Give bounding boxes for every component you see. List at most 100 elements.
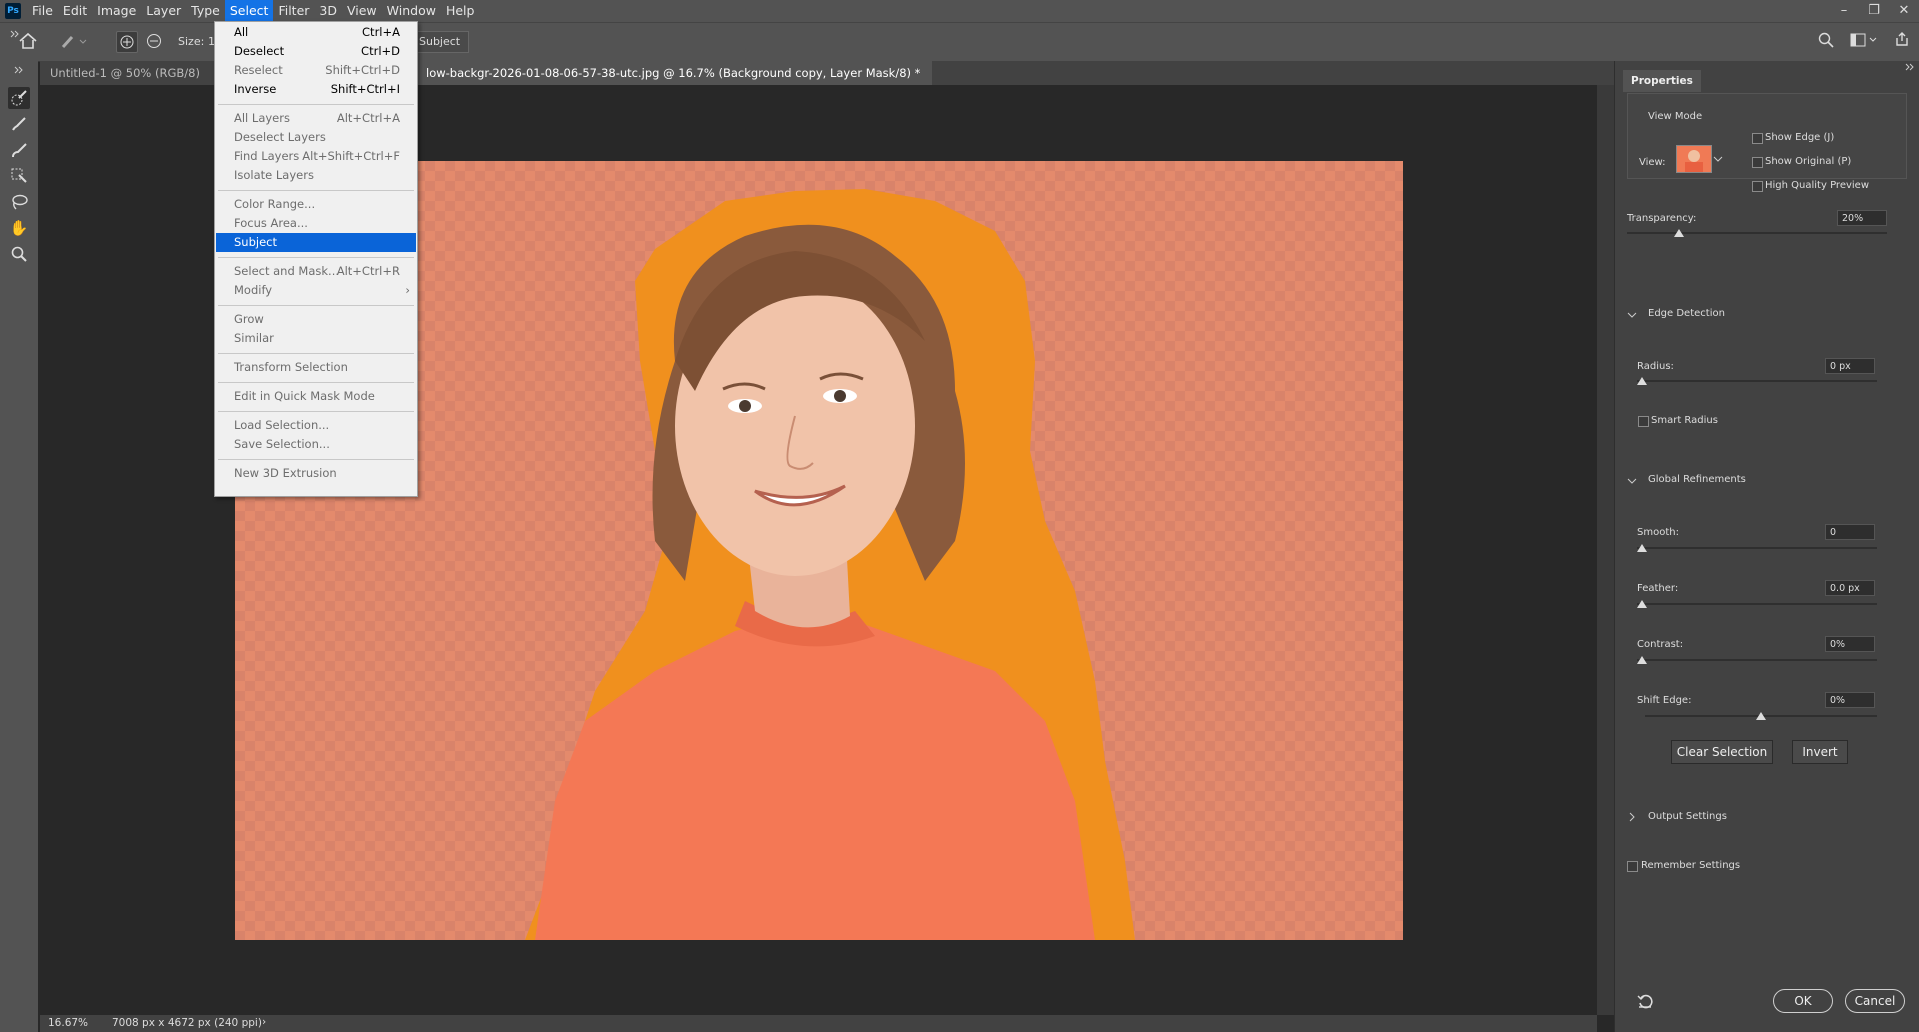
feather-slider-track[interactable] <box>1637 603 1877 605</box>
contrast-slider-thumb[interactable] <box>1637 656 1647 664</box>
lasso-tool-icon[interactable] <box>8 191 30 213</box>
menu-item-transform-selection[interactable]: Transform Selection <box>216 358 416 377</box>
menu-3d[interactable]: 3D <box>314 0 342 22</box>
home-icon[interactable] <box>18 32 38 53</box>
document-info: 7008 px x 4672 px (240 ppi) <box>112 1017 262 1029</box>
radius-slider-track[interactable] <box>1637 380 1877 382</box>
tab-properties[interactable]: Properties <box>1623 70 1701 92</box>
high-quality-preview-checkbox[interactable] <box>1752 181 1763 192</box>
menu-separator <box>218 411 414 412</box>
add-to-selection-icon[interactable] <box>116 31 138 53</box>
brush-tool-icon[interactable] <box>8 139 30 161</box>
global-refinements-title[interactable]: Global Refinements <box>1648 474 1746 485</box>
menu-item-select-and-mask[interactable]: Select and Mask...Alt+Ctrl+R <box>216 262 416 281</box>
tab-untitled-1[interactable]: Untitled-1 @ 50% (RGB/8) × <box>40 61 225 85</box>
minimize-icon[interactable]: – <box>1829 0 1859 22</box>
menu-item-find-layers[interactable]: Find LayersAlt+Shift+Ctrl+F <box>216 147 416 166</box>
contrast-field[interactable]: 0% <box>1825 636 1875 652</box>
refine-edge-brush-icon[interactable] <box>8 113 30 135</box>
collapse-arrows-icon[interactable] <box>8 65 30 75</box>
menu-item-grow[interactable]: Grow <box>216 310 416 329</box>
menu-item-load-selection[interactable]: Load Selection... <box>216 416 416 435</box>
menu-item-new-3d-extrusion[interactable]: New 3D Extrusion <box>216 464 416 483</box>
remember-settings-checkbox[interactable] <box>1627 861 1638 872</box>
menu-item-save-selection[interactable]: Save Selection... <box>216 435 416 454</box>
shift-edge-slider-thumb[interactable] <box>1756 712 1766 720</box>
tab-label: low-backgr-2026-01-08-06-57-38-utc.jpg @… <box>426 66 920 80</box>
show-original-checkbox[interactable] <box>1752 157 1763 168</box>
menu-help[interactable]: Help <box>441 0 480 22</box>
menu-item-color-range[interactable]: Color Range... <box>216 195 416 214</box>
smooth-slider-track[interactable] <box>1637 547 1877 549</box>
brush-preset-icon[interactable] <box>60 32 88 53</box>
zoom-level[interactable]: 16.67% <box>48 1017 88 1029</box>
smooth-slider-thumb[interactable] <box>1637 544 1647 552</box>
menu-item-modify[interactable]: Modify› <box>216 281 416 300</box>
zoom-tool-icon[interactable] <box>8 243 30 265</box>
cancel-button[interactable]: Cancel <box>1845 989 1905 1013</box>
output-settings-chevron-icon[interactable] <box>1629 811 1637 825</box>
menu-layer[interactable]: Layer <box>141 0 186 22</box>
smooth-label: Smooth: <box>1637 527 1679 538</box>
menu-item-all[interactable]: AllCtrl+A <box>216 23 416 42</box>
menu-item-deselect[interactable]: DeselectCtrl+D <box>216 42 416 61</box>
shift-edge-field[interactable]: 0% <box>1825 692 1875 708</box>
smooth-field[interactable]: 0 <box>1825 524 1875 540</box>
smart-radius-checkbox[interactable] <box>1638 416 1649 427</box>
contrast-slider-track[interactable] <box>1637 659 1877 661</box>
view-mode-thumbnail[interactable] <box>1676 145 1712 173</box>
edge-detection-chevron-icon[interactable] <box>1627 309 1637 323</box>
menu-view[interactable]: View <box>342 0 382 22</box>
menu-file[interactable]: File <box>27 0 58 22</box>
menu-type[interactable]: Type <box>186 0 225 22</box>
select-subject-button[interactable]: Subject <box>410 31 469 53</box>
status-menu-arrow-icon[interactable]: › <box>262 1016 266 1028</box>
edge-detection-title[interactable]: Edge Detection <box>1648 308 1725 319</box>
menu-item-all-layers[interactable]: All LayersAlt+Ctrl+A <box>216 109 416 128</box>
menu-item-subject[interactable]: Subject <box>216 233 416 252</box>
hand-tool-icon[interactable]: ✋ <box>8 217 30 239</box>
menu-item-inverse[interactable]: InverseShift+Ctrl+I <box>216 80 416 99</box>
feather-slider-thumb[interactable] <box>1637 600 1647 608</box>
menu-select[interactable]: Select <box>225 0 274 22</box>
menu-window[interactable]: Window <box>382 0 441 22</box>
menu-edit[interactable]: Edit <box>58 0 92 22</box>
transparency-slider-thumb[interactable] <box>1674 229 1684 237</box>
ok-button[interactable]: OK <box>1773 989 1833 1013</box>
object-selection-tool-icon[interactable] <box>8 165 30 187</box>
transparency-slider-track[interactable] <box>1627 232 1887 234</box>
menu-image[interactable]: Image <box>92 0 141 22</box>
output-settings-title[interactable]: Output Settings <box>1648 811 1727 822</box>
menu-item-similar[interactable]: Similar <box>216 329 416 348</box>
quick-selection-tool-icon[interactable] <box>8 87 30 109</box>
menu-item-isolate-layers[interactable]: Isolate Layers <box>216 166 416 185</box>
tab-label: Untitled-1 @ 50% (RGB/8) <box>50 66 200 80</box>
subtract-from-selection-icon[interactable] <box>146 33 162 52</box>
menu-item-deselect-layers[interactable]: Deselect Layers <box>216 128 416 147</box>
show-edge-checkbox[interactable] <box>1752 133 1763 144</box>
invert-button[interactable]: Invert <box>1792 740 1848 764</box>
radius-field[interactable]: 0 px <box>1825 358 1875 374</box>
clear-selection-button[interactable]: Clear Selection <box>1671 740 1773 764</box>
search-icon[interactable] <box>1818 32 1834 51</box>
tab-active-document[interactable]: low-backgr-2026-01-08-06-57-38-utc.jpg @… <box>416 61 932 85</box>
menu-item-quick-mask[interactable]: Edit in Quick Mask Mode <box>216 387 416 406</box>
reset-icon[interactable] <box>1637 993 1653 1012</box>
menu-filter[interactable]: Filter <box>273 0 314 22</box>
menu-item-reselect[interactable]: ReselectShift+Ctrl+D <box>216 61 416 80</box>
panel-collapse-icon[interactable] <box>1905 61 1915 75</box>
feather-field[interactable]: 0.0 px <box>1825 580 1875 596</box>
restore-icon[interactable]: ❐ <box>1859 0 1889 22</box>
transparency-field[interactable]: 20% <box>1837 210 1887 226</box>
close-icon[interactable]: ✕ <box>1889 0 1919 22</box>
view-mode-dropdown-icon[interactable] <box>1713 153 1723 167</box>
share-icon[interactable] <box>1894 31 1910 50</box>
vertical-scrollbar[interactable] <box>1597 85 1614 1015</box>
feather-label: Feather: <box>1637 583 1678 594</box>
show-edge-label: Show Edge (J) <box>1765 132 1834 143</box>
workspace-icon[interactable] <box>1850 33 1880 50</box>
remember-settings-label: Remember Settings <box>1641 860 1740 871</box>
radius-slider-thumb[interactable] <box>1637 377 1647 385</box>
menu-item-focus-area[interactable]: Focus Area... <box>216 214 416 233</box>
global-refinements-chevron-icon[interactable] <box>1627 475 1637 489</box>
